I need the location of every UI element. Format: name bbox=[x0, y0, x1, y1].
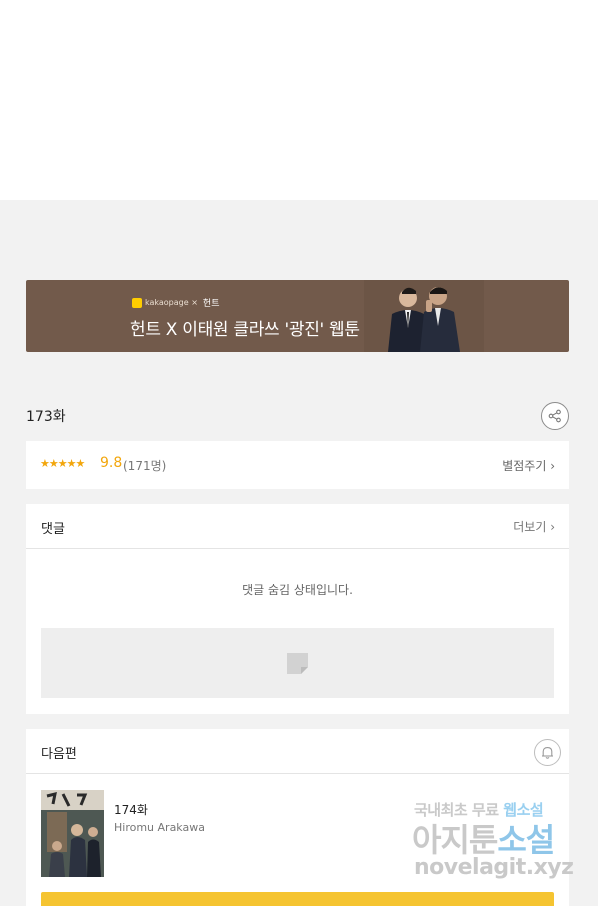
banner-brand-hunt: 헌트 bbox=[202, 299, 220, 309]
rating-score: 9.8 bbox=[100, 455, 123, 471]
episode-header: 173화 bbox=[26, 402, 569, 430]
episode-title: 173화 bbox=[26, 409, 66, 425]
watermark-line2-a: 아지툰 bbox=[412, 821, 498, 859]
next-episode-title: 다음편 bbox=[41, 747, 77, 762]
ad-placeholder[interactable] bbox=[41, 628, 554, 698]
rating-count: (171명) bbox=[123, 459, 167, 473]
share-button[interactable] bbox=[541, 402, 569, 430]
comments-more-link[interactable]: 더보기 › bbox=[513, 518, 555, 535]
notification-button[interactable] bbox=[534, 739, 561, 766]
rating-card: ★★★★★ 9.8 (171명) 별점주기 › bbox=[26, 441, 569, 489]
comments-hidden-message: 댓글 숨김 상태입니다. bbox=[242, 583, 353, 597]
bell-icon bbox=[542, 747, 553, 759]
watermark-line3: novelagit.xyz bbox=[414, 855, 574, 880]
kakaopage-logo-icon bbox=[132, 297, 142, 308]
comments-title: 댓글 bbox=[41, 522, 65, 537]
ad-area-top bbox=[0, 0, 598, 200]
next-episode-thumbnail[interactable] bbox=[41, 790, 104, 877]
banner-brand: kakaopage × 헌트 bbox=[132, 296, 219, 309]
site-watermark: 국내최초 무료 웹소설 아지툰소설 novelagit.xyz bbox=[410, 797, 580, 887]
promo-banner[interactable]: kakaopage × 헌트 헌트 X 이태원 클라쓰 '광진' 웹툰 bbox=[26, 280, 569, 352]
watermark-line2-b: 소설 bbox=[497, 821, 555, 859]
ad-placeholder-icon bbox=[287, 653, 308, 674]
comments-header: 댓글 더보기 › bbox=[26, 504, 569, 549]
banner-brand-kakaopage: kakaopage × bbox=[145, 298, 198, 307]
comments-card: 댓글 더보기 › 댓글 숨김 상태입니다. bbox=[26, 504, 569, 714]
view-next-button[interactable] bbox=[41, 892, 554, 906]
rate-button[interactable]: 별점주기 › bbox=[502, 457, 555, 474]
next-episode-header: 다음편 bbox=[26, 729, 569, 774]
rating-stars-icon: ★★★★★ bbox=[40, 457, 85, 470]
banner-title: 헌트 X 이태원 클라쓰 '광진' 웹툰 bbox=[130, 320, 360, 340]
next-episode-number[interactable]: 174화 bbox=[114, 801, 148, 818]
banner-characters-illustration bbox=[364, 280, 484, 352]
next-episode-author: Hiromu Arakawa bbox=[114, 821, 205, 834]
share-icon bbox=[548, 409, 561, 423]
